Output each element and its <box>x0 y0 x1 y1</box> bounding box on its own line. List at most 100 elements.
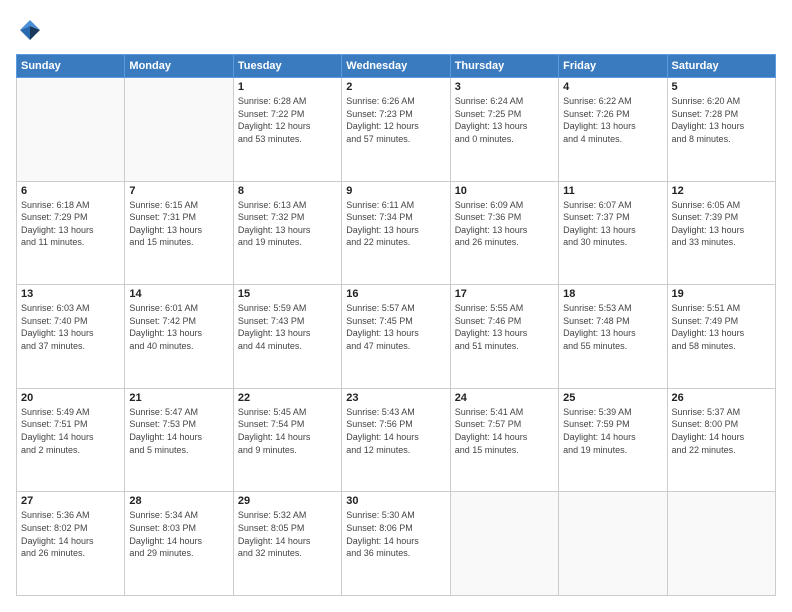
day-number: 5 <box>672 81 771 93</box>
day-info: Sunrise: 6:07 AM Sunset: 7:37 PM Dayligh… <box>563 199 662 249</box>
day-number: 23 <box>346 392 445 404</box>
day-number: 26 <box>672 392 771 404</box>
calendar-cell: 24 Sunrise: 5:41 AM Sunset: 7:57 PM Dayli… <box>450 388 558 492</box>
day-info: Sunrise: 6:01 AM Sunset: 7:42 PM Dayligh… <box>129 302 228 352</box>
logo-icon <box>16 16 44 44</box>
calendar-table: SundayMondayTuesdayWednesdayThursdayFrid… <box>16 54 776 596</box>
logo <box>16 16 46 44</box>
calendar-cell: 5 Sunrise: 6:20 AM Sunset: 7:28 PM Daylig… <box>667 78 775 182</box>
weekday-tuesday: Tuesday <box>233 55 341 78</box>
day-number: 19 <box>672 288 771 300</box>
calendar-cell <box>125 78 233 182</box>
calendar-cell: 9Sunrise: 6:11 AM Sunset: 7:34 PM Daylig… <box>342 181 450 285</box>
day-info: Sunrise: 6:03 AM Sunset: 7:40 PM Dayligh… <box>21 302 120 352</box>
day-info: Sunrise: 5:34 AM Sunset: 8:03 PM Dayligh… <box>129 509 228 559</box>
weekday-sunday: Sunday <box>17 55 125 78</box>
calendar-cell <box>17 78 125 182</box>
page: SundayMondayTuesdayWednesdayThursdayFrid… <box>0 0 792 612</box>
calendar-cell <box>667 492 775 596</box>
day-number: 24 <box>455 392 554 404</box>
day-info: Sunrise: 5:39 AM Sunset: 7:59 PM Dayligh… <box>563 406 662 456</box>
calendar-cell: 7 Sunrise: 6:15 AM Sunset: 7:31 PM Daylig… <box>125 181 233 285</box>
day-number: 25 <box>563 392 662 404</box>
day-number: 13 <box>21 288 120 300</box>
week-row-5: 27 Sunrise: 5:36 AM Sunset: 8:02 PM Dayli… <box>17 492 776 596</box>
day-number: 2 <box>346 81 445 93</box>
week-row-4: 20 Sunrise: 5:49 AM Sunset: 7:51 PM Dayli… <box>17 388 776 492</box>
day-info: Sunrise: 5:53 AM Sunset: 7:48 PM Dayligh… <box>563 302 662 352</box>
calendar-cell: 29 Sunrise: 5:32 AM Sunset: 8:05 PM Dayli… <box>233 492 341 596</box>
weekday-thursday: Thursday <box>450 55 558 78</box>
calendar-cell: 2Sunrise: 6:26 AM Sunset: 7:23 PM Daylig… <box>342 78 450 182</box>
day-info: Sunrise: 5:57 AM Sunset: 7:45 PM Dayligh… <box>346 302 445 352</box>
day-number: 27 <box>21 495 120 507</box>
day-info: Sunrise: 6:09 AM Sunset: 7:36 PM Dayligh… <box>455 199 554 249</box>
weekday-monday: Monday <box>125 55 233 78</box>
calendar-cell: 25 Sunrise: 5:39 AM Sunset: 7:59 PM Dayli… <box>559 388 667 492</box>
calendar-cell: 12 Sunrise: 6:05 AM Sunset: 7:39 PM Dayli… <box>667 181 775 285</box>
calendar-cell: 28 Sunrise: 5:34 AM Sunset: 8:03 PM Dayli… <box>125 492 233 596</box>
day-number: 15 <box>238 288 337 300</box>
day-info: Sunrise: 5:43 AM Sunset: 7:56 PM Dayligh… <box>346 406 445 456</box>
day-number: 30 <box>346 495 445 507</box>
week-row-1: 1 Sunrise: 6:28 AM Sunset: 7:22 PM Daylig… <box>17 78 776 182</box>
calendar-cell: 17 Sunrise: 5:55 AM Sunset: 7:46 PM Dayli… <box>450 285 558 389</box>
day-number: 21 <box>129 392 228 404</box>
calendar-cell: 19 Sunrise: 5:51 AM Sunset: 7:49 PM Dayli… <box>667 285 775 389</box>
day-number: 7 <box>129 185 228 197</box>
day-number: 17 <box>455 288 554 300</box>
day-info: Sunrise: 6:20 AM Sunset: 7:28 PM Dayligh… <box>672 95 771 145</box>
day-number: 22 <box>238 392 337 404</box>
calendar-cell: 15 Sunrise: 5:59 AM Sunset: 7:43 PM Dayli… <box>233 285 341 389</box>
day-number: 18 <box>563 288 662 300</box>
calendar-cell <box>450 492 558 596</box>
day-info: Sunrise: 5:51 AM Sunset: 7:49 PM Dayligh… <box>672 302 771 352</box>
weekday-header-row: SundayMondayTuesdayWednesdayThursdayFrid… <box>17 55 776 78</box>
day-number: 12 <box>672 185 771 197</box>
calendar-cell: 11 Sunrise: 6:07 AM Sunset: 7:37 PM Dayli… <box>559 181 667 285</box>
day-info: Sunrise: 5:30 AM Sunset: 8:06 PM Dayligh… <box>346 509 445 559</box>
day-info: Sunrise: 5:36 AM Sunset: 8:02 PM Dayligh… <box>21 509 120 559</box>
calendar-cell: 20 Sunrise: 5:49 AM Sunset: 7:51 PM Dayli… <box>17 388 125 492</box>
day-number: 9 <box>346 185 445 197</box>
day-number: 11 <box>563 185 662 197</box>
day-info: Sunrise: 5:49 AM Sunset: 7:51 PM Dayligh… <box>21 406 120 456</box>
day-number: 8 <box>238 185 337 197</box>
calendar-cell: 14Sunrise: 6:01 AM Sunset: 7:42 PM Dayli… <box>125 285 233 389</box>
week-row-3: 13 Sunrise: 6:03 AM Sunset: 7:40 PM Dayli… <box>17 285 776 389</box>
calendar-cell: 1 Sunrise: 6:28 AM Sunset: 7:22 PM Daylig… <box>233 78 341 182</box>
calendar-cell: 23 Sunrise: 5:43 AM Sunset: 7:56 PM Dayli… <box>342 388 450 492</box>
day-info: Sunrise: 6:28 AM Sunset: 7:22 PM Dayligh… <box>238 95 337 145</box>
day-info: Sunrise: 5:41 AM Sunset: 7:57 PM Dayligh… <box>455 406 554 456</box>
day-info: Sunrise: 5:55 AM Sunset: 7:46 PM Dayligh… <box>455 302 554 352</box>
day-info: Sunrise: 6:13 AM Sunset: 7:32 PM Dayligh… <box>238 199 337 249</box>
day-info: Sunrise: 5:37 AM Sunset: 8:00 PM Dayligh… <box>672 406 771 456</box>
day-info: Sunrise: 6:18 AM Sunset: 7:29 PM Dayligh… <box>21 199 120 249</box>
weekday-wednesday: Wednesday <box>342 55 450 78</box>
calendar-cell: 13 Sunrise: 6:03 AM Sunset: 7:40 PM Dayli… <box>17 285 125 389</box>
calendar-cell: 10 Sunrise: 6:09 AM Sunset: 7:36 PM Dayli… <box>450 181 558 285</box>
day-info: Sunrise: 5:59 AM Sunset: 7:43 PM Dayligh… <box>238 302 337 352</box>
day-info: Sunrise: 6:24 AM Sunset: 7:25 PM Dayligh… <box>455 95 554 145</box>
day-number: 28 <box>129 495 228 507</box>
calendar-cell: 4Sunrise: 6:22 AM Sunset: 7:26 PM Daylig… <box>559 78 667 182</box>
day-info: Sunrise: 5:47 AM Sunset: 7:53 PM Dayligh… <box>129 406 228 456</box>
day-number: 29 <box>238 495 337 507</box>
day-number: 20 <box>21 392 120 404</box>
calendar-cell: 3Sunrise: 6:24 AM Sunset: 7:25 PM Daylig… <box>450 78 558 182</box>
day-number: 6 <box>21 185 120 197</box>
day-number: 1 <box>238 81 337 93</box>
day-number: 10 <box>455 185 554 197</box>
calendar-cell: 6 Sunrise: 6:18 AM Sunset: 7:29 PM Daylig… <box>17 181 125 285</box>
calendar-cell: 22Sunrise: 5:45 AM Sunset: 7:54 PM Dayli… <box>233 388 341 492</box>
day-info: Sunrise: 6:15 AM Sunset: 7:31 PM Dayligh… <box>129 199 228 249</box>
week-row-2: 6 Sunrise: 6:18 AM Sunset: 7:29 PM Daylig… <box>17 181 776 285</box>
day-info: Sunrise: 5:32 AM Sunset: 8:05 PM Dayligh… <box>238 509 337 559</box>
calendar-cell: 27 Sunrise: 5:36 AM Sunset: 8:02 PM Dayli… <box>17 492 125 596</box>
calendar-cell: 8 Sunrise: 6:13 AM Sunset: 7:32 PM Daylig… <box>233 181 341 285</box>
day-info: Sunrise: 6:05 AM Sunset: 7:39 PM Dayligh… <box>672 199 771 249</box>
calendar-cell: 26 Sunrise: 5:37 AM Sunset: 8:00 PM Dayli… <box>667 388 775 492</box>
header <box>16 16 776 44</box>
day-number: 16 <box>346 288 445 300</box>
day-info: Sunrise: 6:22 AM Sunset: 7:26 PM Dayligh… <box>563 95 662 145</box>
